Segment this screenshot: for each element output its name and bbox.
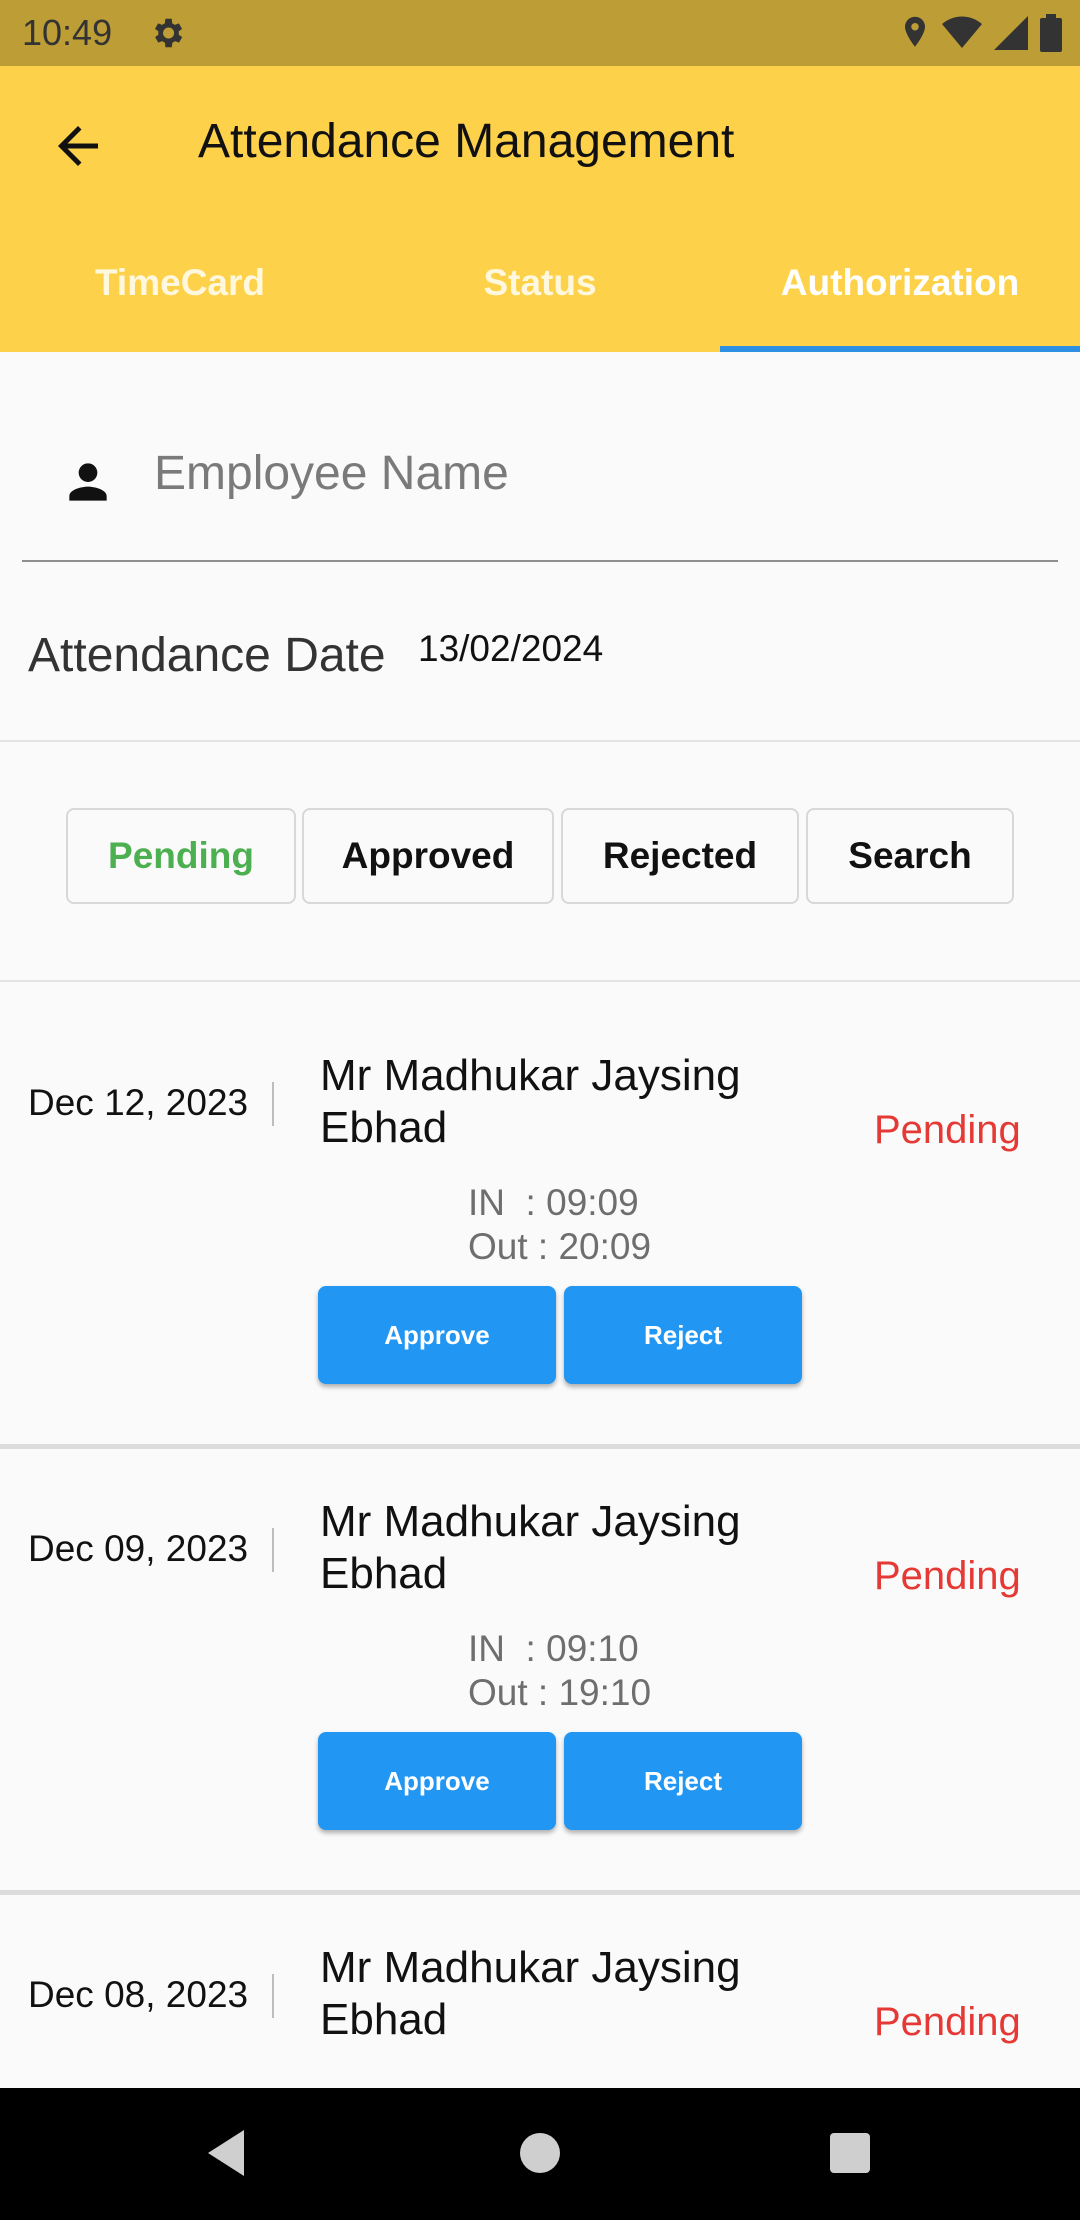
- separator-bar: [272, 1528, 274, 1572]
- separator-bar: [272, 1974, 274, 2018]
- filter-pending-button[interactable]: Pending: [66, 808, 296, 904]
- signal-icon: [994, 16, 1028, 50]
- status-bar: 10:49: [0, 0, 1080, 66]
- record-date: Dec 09, 2023: [28, 1528, 249, 1569]
- employee-name: Mr Madhukar Jaysing Ebhad: [320, 1051, 741, 1152]
- page-title: Attendance Management: [198, 115, 735, 168]
- list-item: Dec 12, 2023 Mr Madhukar Jaysing Ebhad P…: [0, 1040, 1080, 1450]
- tab-authorization[interactable]: Authorization: [720, 246, 1080, 352]
- divider: [0, 980, 1080, 982]
- location-icon: [905, 16, 925, 47]
- filter-rejected-button[interactable]: Rejected: [561, 808, 799, 904]
- out-time: Out : 20:09: [468, 1226, 652, 1267]
- attendance-date-label: Attendance Date: [28, 629, 386, 682]
- separator-bar: [272, 1082, 274, 1126]
- in-time: IN : 09:09: [468, 1182, 639, 1223]
- settings-gear-icon: [154, 18, 183, 48]
- reject-button[interactable]: Reject: [564, 1286, 802, 1384]
- tab-status[interactable]: Status: [360, 246, 720, 352]
- employee-name-field[interactable]: Employee Name: [22, 430, 1058, 562]
- attendance-date-value[interactable]: 13/02/2024: [418, 628, 603, 670]
- nav-home-icon[interactable]: [518, 2128, 562, 2178]
- status-badge: Pending: [874, 1554, 1021, 1598]
- divider: [0, 740, 1080, 742]
- approve-button[interactable]: Approve: [318, 1732, 556, 1830]
- in-time: IN : 09:10: [468, 1628, 639, 1669]
- employee-name-placeholder: Employee Name: [154, 447, 509, 500]
- nav-back-icon[interactable]: [204, 2128, 248, 2178]
- employee-name: Mr Madhukar Jaysing Ebhad: [320, 1943, 741, 2044]
- list-item: Dec 08, 2023 Mr Madhukar Jaysing Ebhad P…: [0, 1932, 1080, 2088]
- record-date: Dec 08, 2023: [28, 1974, 249, 2015]
- status-badge: Pending: [874, 2000, 1021, 2044]
- list-item: Dec 09, 2023 Mr Madhukar Jaysing Ebhad P…: [0, 1486, 1080, 1896]
- person-icon: [69, 463, 107, 501]
- app-bar: Attendance Management TimeCard Status Au…: [0, 66, 1080, 352]
- nav-recents-icon[interactable]: [828, 2128, 872, 2178]
- status-icons: [900, 14, 1062, 52]
- search-button[interactable]: Search: [806, 808, 1014, 904]
- wifi-icon: [942, 16, 982, 48]
- status-time: 10:49: [22, 12, 113, 53]
- tab-timecard[interactable]: TimeCard: [0, 246, 360, 352]
- out-time: Out : 19:10: [468, 1672, 652, 1713]
- filter-approved-button[interactable]: Approved: [302, 808, 554, 904]
- tab-bar: TimeCard Status Authorization: [0, 246, 1080, 352]
- employee-name: Mr Madhukar Jaysing Ebhad: [320, 1497, 741, 1598]
- reject-button[interactable]: Reject: [564, 1732, 802, 1830]
- approve-button[interactable]: Approve: [318, 1286, 556, 1384]
- status-badge: Pending: [874, 1108, 1021, 1152]
- row-divider: [0, 1890, 1080, 1895]
- row-divider: [0, 1444, 1080, 1449]
- record-date: Dec 12, 2023: [28, 1082, 249, 1123]
- back-arrow-icon[interactable]: [48, 116, 108, 176]
- system-nav-bar: [0, 2088, 1080, 2220]
- battery-icon: [1040, 14, 1062, 52]
